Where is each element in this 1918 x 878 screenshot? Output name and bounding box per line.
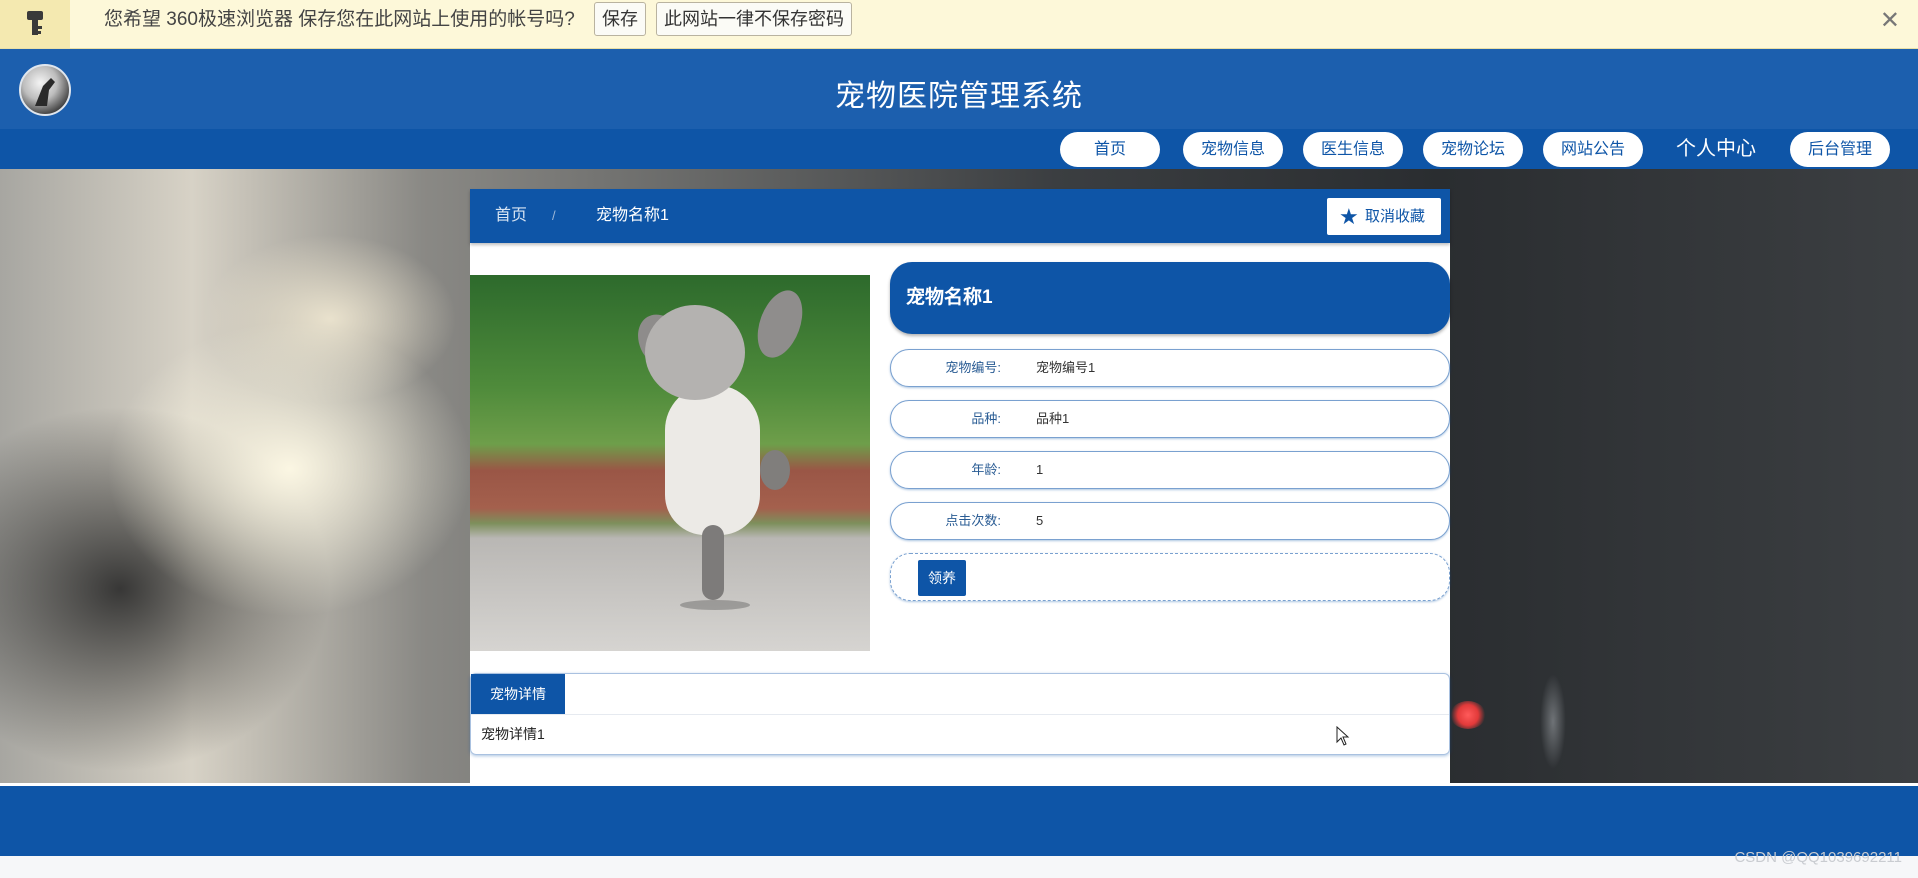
breadcrumb-home[interactable]: 首页 [495,189,527,243]
nav-item-pet-forum[interactable]: 宠物论坛 [1423,132,1523,167]
field-label: 点击次数: [945,513,1001,528]
pet-photo [470,275,870,651]
nav-item-doctor-info[interactable]: 医生信息 [1303,132,1403,167]
adopt-button[interactable]: 领养 [918,560,966,596]
bottom-strip [0,856,1918,878]
tab-pet-details[interactable]: 宠物详情 [471,674,565,714]
field-value: 5 [1036,513,1044,528]
pet-name-header: 宠物名称1 [890,262,1450,334]
details-tabs: 宠物详情 宠物详情1 [470,673,1450,755]
close-icon[interactable]: ✕ [1880,6,1900,35]
dog-paw [760,450,790,490]
dog-shadow [680,600,750,610]
action-row: 领养 [890,553,1450,601]
unfavorite-button[interactable]: ★ 取消收藏 [1327,198,1441,235]
dog-ear [749,284,811,364]
field-value: 宠物编号1 [1036,360,1096,375]
nav-item-announcements[interactable]: 网站公告 [1543,132,1643,167]
background-streak [1540,674,1566,769]
dog-leg [702,525,724,600]
field-label: 品种: [971,411,1001,426]
field-value: 品种1 [1036,411,1070,426]
dog-head [645,305,745,400]
nav-item-home[interactable]: 首页 [1060,132,1160,167]
field-row-click-count: 点击次数: 5 [890,502,1450,540]
nav-item-pet-info[interactable]: 宠物信息 [1183,132,1283,167]
field-row-age: 年龄: 1 [890,451,1450,489]
site-header: 宠物医院管理系统 [0,49,1918,129]
site-title: 宠物医院管理系统 [835,80,1083,113]
nav-item-admin[interactable]: 后台管理 [1790,132,1890,167]
background-light-spot [1450,701,1486,729]
nav-item-personal-center[interactable]: 个人中心 [1676,132,1756,167]
star-icon: ★ [1339,204,1359,229]
key-icon [0,0,70,48]
password-bar-message: 您希望 360极速浏览器 保存您在此网站上使用的帐号吗? [104,9,575,30]
dog-body [665,385,760,535]
watermark: CSDN @QQ1039692211 [1734,849,1902,866]
site-footer [0,786,1918,856]
pet-name: 宠物名称1 [906,287,993,308]
field-label: 宠物编号: [945,360,1001,375]
save-password-button[interactable]: 保存 [594,2,646,36]
mouse-cursor-icon [1336,726,1350,746]
password-save-bar: 您希望 360极速浏览器 保存您在此网站上使用的帐号吗? 保存 此网站一律不保存… [0,0,1918,49]
main-nav: 首页 宠物信息 医生信息 宠物论坛 网站公告 个人中心 后台管理 [0,129,1918,169]
field-label: 年龄: [971,462,1001,477]
breadcrumb: 首页 / 宠物名称1 ★ 取消收藏 [470,189,1450,243]
breadcrumb-separator: / [552,208,556,223]
unfavorite-label: 取消收藏 [1365,208,1426,225]
field-value: 1 [1036,462,1044,477]
pet-detail-panel: 首页 / 宠物名称1 ★ 取消收藏 宠物名称1 宠物编号: 宠物编号1 品种: … [470,189,1450,783]
never-save-password-button[interactable]: 此网站一律不保存密码 [656,2,852,36]
field-row-pet-number: 宠物编号: 宠物编号1 [890,349,1450,387]
breadcrumb-current: 宠物名称1 [596,207,669,224]
field-row-breed: 品种: 品种1 [890,400,1450,438]
tab-divider [471,714,1449,715]
pet-details-content: 宠物详情1 [481,726,545,742]
